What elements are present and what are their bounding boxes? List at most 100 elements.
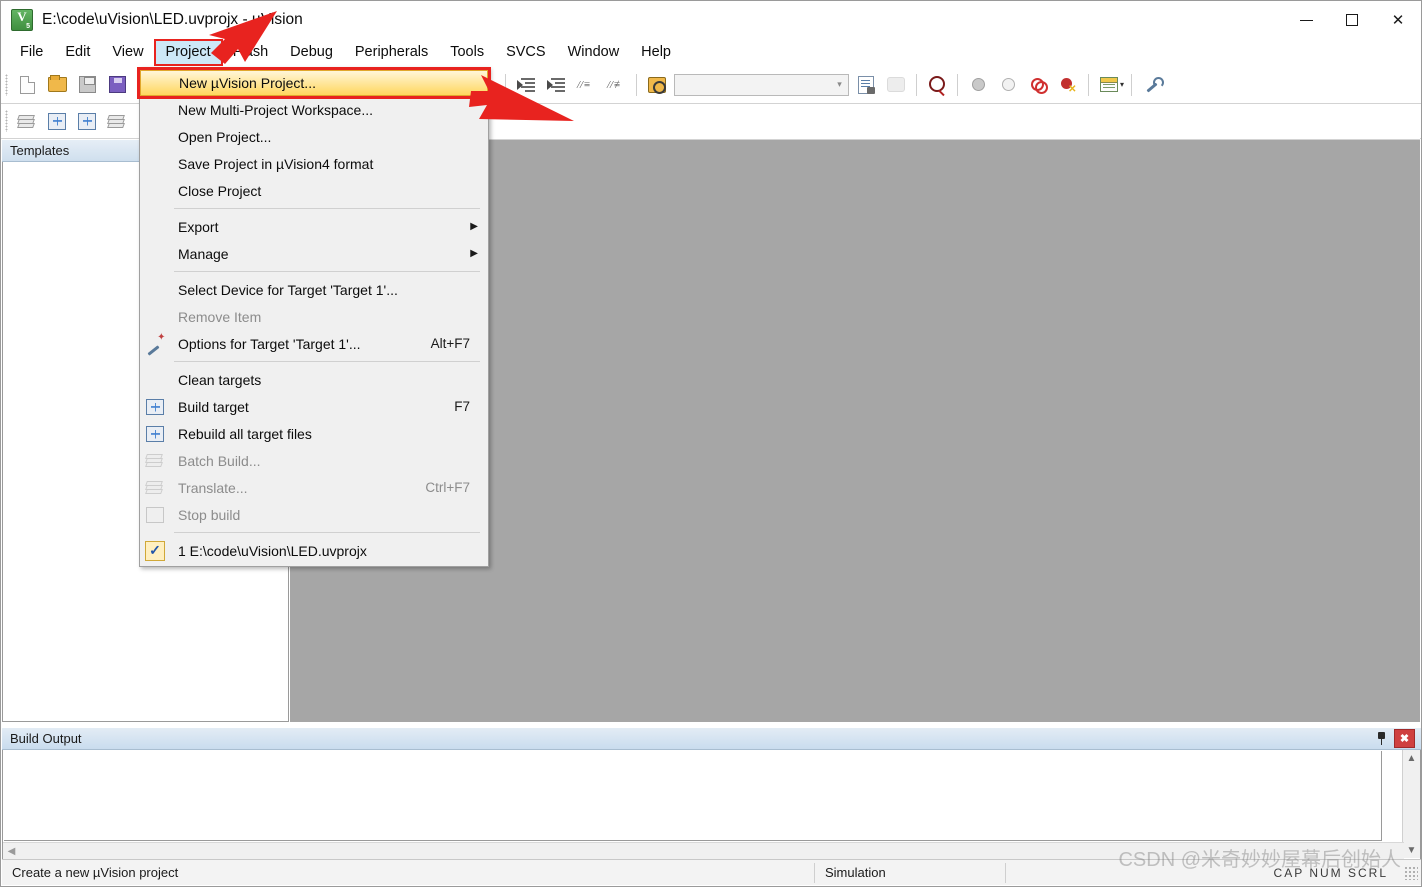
menu-item-export[interactable]: Export ▶ bbox=[140, 213, 488, 240]
menu-window[interactable]: Window bbox=[557, 40, 631, 65]
toolbar-grip[interactable] bbox=[5, 73, 8, 96]
menu-item-clean-targets[interactable]: Clean targets bbox=[140, 366, 488, 393]
manage-windows-button[interactable] bbox=[1094, 71, 1124, 99]
menu-item-open-project[interactable]: Open Project... bbox=[140, 123, 488, 150]
new-file-button[interactable] bbox=[12, 71, 42, 99]
configuration-wizard-button[interactable] bbox=[1137, 71, 1167, 99]
menu-item-label: Open Project... bbox=[178, 128, 272, 145]
jump-to-combo[interactable]: ▾ bbox=[674, 73, 849, 96]
batch-build-button[interactable] bbox=[12, 107, 42, 135]
menu-icon-empty bbox=[140, 306, 170, 328]
menu-item-options-for-target[interactable]: Options for Target 'Target 1'... Alt+F7 bbox=[140, 330, 488, 357]
indent-button[interactable] bbox=[511, 71, 541, 99]
close-button[interactable]: ✕ bbox=[1375, 1, 1421, 39]
menu-item-manage[interactable]: Manage ▶ bbox=[140, 240, 488, 267]
rebuild-all-button[interactable] bbox=[72, 107, 102, 135]
stop-build-icon bbox=[140, 504, 170, 526]
menu-item-label: Stop build bbox=[178, 506, 241, 523]
menu-item-label: New µVision Project... bbox=[179, 75, 316, 91]
uvision-icon: 5 bbox=[11, 9, 33, 31]
breakpoint-disabled-button[interactable] bbox=[963, 71, 993, 99]
menu-item-accelerator: Alt+F7 bbox=[430, 336, 470, 351]
menu-debug[interactable]: Debug bbox=[279, 40, 344, 65]
menu-bar: File Edit View Project Flash Debug Perip… bbox=[1, 39, 1421, 66]
debug-settings-button[interactable] bbox=[881, 71, 911, 99]
menu-item-build-target[interactable]: Build target F7 bbox=[140, 393, 488, 420]
menu-project[interactable]: Project bbox=[153, 39, 223, 66]
open-file-button[interactable] bbox=[42, 71, 72, 99]
menu-icon-empty bbox=[140, 243, 170, 265]
chevron-down-icon[interactable]: ▾ bbox=[831, 75, 848, 95]
resize-grip[interactable] bbox=[1404, 865, 1418, 880]
menu-file[interactable]: File bbox=[9, 40, 54, 65]
build-output-text[interactable] bbox=[4, 751, 1382, 841]
save-all-button[interactable] bbox=[102, 71, 132, 99]
toolbar-separator-6 bbox=[1131, 73, 1133, 96]
translate-icon bbox=[140, 477, 170, 499]
menu-svcs[interactable]: SVCS bbox=[495, 40, 557, 65]
menu-item-remove-item: Remove Item bbox=[140, 303, 488, 330]
uncomment-button[interactable]: //≢ bbox=[601, 71, 631, 99]
toolbar-separator-5 bbox=[1088, 73, 1089, 96]
menu-item-rebuild-all-target-files[interactable]: Rebuild all target files bbox=[140, 420, 488, 447]
recent-check-icon: ✓ bbox=[140, 540, 170, 562]
menu-item-label: Remove Item bbox=[178, 308, 262, 325]
menu-item-recent-project-1[interactable]: ✓ 1 E:\code\uVision\LED.uvprojx bbox=[140, 537, 488, 564]
menu-item-stop-build: Stop build bbox=[140, 501, 488, 528]
menu-help[interactable]: Help bbox=[630, 40, 682, 65]
menu-icon-empty bbox=[141, 72, 171, 94]
scroll-down-icon[interactable]: ▼ bbox=[1404, 842, 1420, 858]
menu-item-label: 1 E:\code\uVision\LED.uvprojx bbox=[178, 542, 367, 559]
menu-view[interactable]: View bbox=[101, 40, 154, 65]
submenu-arrow-icon: ▶ bbox=[470, 248, 478, 259]
bookmark-icon[interactable] bbox=[642, 71, 672, 99]
save-button[interactable] bbox=[72, 71, 102, 99]
toolbar-separator-2 bbox=[636, 73, 637, 96]
menu-icon-empty bbox=[140, 279, 170, 301]
target-options-icon bbox=[140, 332, 170, 355]
menu-item-close-project[interactable]: Close Project bbox=[140, 177, 488, 204]
find-in-files-button[interactable] bbox=[922, 71, 952, 99]
menu-icon-empty bbox=[140, 216, 170, 238]
batch-build-icon bbox=[140, 450, 170, 472]
menu-item-new-uvision-project[interactable]: New µVision Project... bbox=[137, 67, 491, 99]
menu-item-new-multi-project-workspace[interactable]: New Multi-Project Workspace... bbox=[140, 96, 488, 123]
comment-button[interactable]: //≡ bbox=[571, 71, 601, 99]
maximize-button[interactable] bbox=[1329, 1, 1375, 39]
build-output-vscrollbar[interactable]: ▲ ▼ bbox=[1402, 750, 1420, 858]
menu-item-select-device-for-target[interactable]: Select Device for Target 'Target 1'... bbox=[140, 276, 488, 303]
menu-icon-empty bbox=[140, 126, 170, 148]
file-properties-button[interactable] bbox=[851, 71, 881, 99]
menu-item-accelerator: Ctrl+F7 bbox=[425, 480, 470, 495]
minimize-button[interactable] bbox=[1283, 1, 1329, 39]
pin-icon[interactable] bbox=[1371, 730, 1391, 748]
menu-item-accelerator: F7 bbox=[454, 399, 470, 414]
menu-item-save-project-uvision4[interactable]: Save Project in µVision4 format bbox=[140, 150, 488, 177]
menu-tools[interactable]: Tools bbox=[439, 40, 495, 65]
submenu-arrow-icon: ▶ bbox=[470, 221, 478, 232]
menu-icon-empty bbox=[140, 369, 170, 391]
menu-item-label: Translate... bbox=[178, 479, 248, 496]
menu-edit[interactable]: Edit bbox=[54, 40, 101, 65]
breakpoint-toggle-button[interactable] bbox=[1023, 71, 1053, 99]
menu-peripherals[interactable]: Peripherals bbox=[344, 40, 439, 65]
breakpoint-open-button[interactable] bbox=[993, 71, 1023, 99]
menu-flash[interactable]: Flash bbox=[222, 40, 279, 65]
outdent-button[interactable] bbox=[541, 71, 571, 99]
build-target-icon bbox=[140, 396, 170, 418]
build-toolbar-grip[interactable] bbox=[5, 110, 8, 132]
menu-icon-empty bbox=[140, 180, 170, 202]
scroll-left-icon[interactable]: ◀ bbox=[3, 844, 20, 859]
menu-item-label: Clean targets bbox=[178, 371, 262, 388]
scroll-up-icon[interactable]: ▲ bbox=[1404, 750, 1420, 766]
uvision-window: 5 E:\code\uVision\LED.uvprojx - µVision … bbox=[0, 0, 1422, 887]
build-target-button[interactable] bbox=[42, 107, 72, 135]
menu-item-label: Manage bbox=[178, 245, 229, 262]
batch-setup-button[interactable] bbox=[102, 107, 132, 135]
menu-item-label: Export bbox=[178, 218, 219, 235]
close-icon[interactable]: ✖ bbox=[1394, 729, 1415, 748]
menu-item-label: Batch Build... bbox=[178, 452, 261, 469]
toolbar-separator-4 bbox=[957, 73, 958, 96]
menu-item-label: Build target bbox=[178, 398, 249, 415]
breakpoint-kill-button[interactable] bbox=[1053, 71, 1083, 99]
